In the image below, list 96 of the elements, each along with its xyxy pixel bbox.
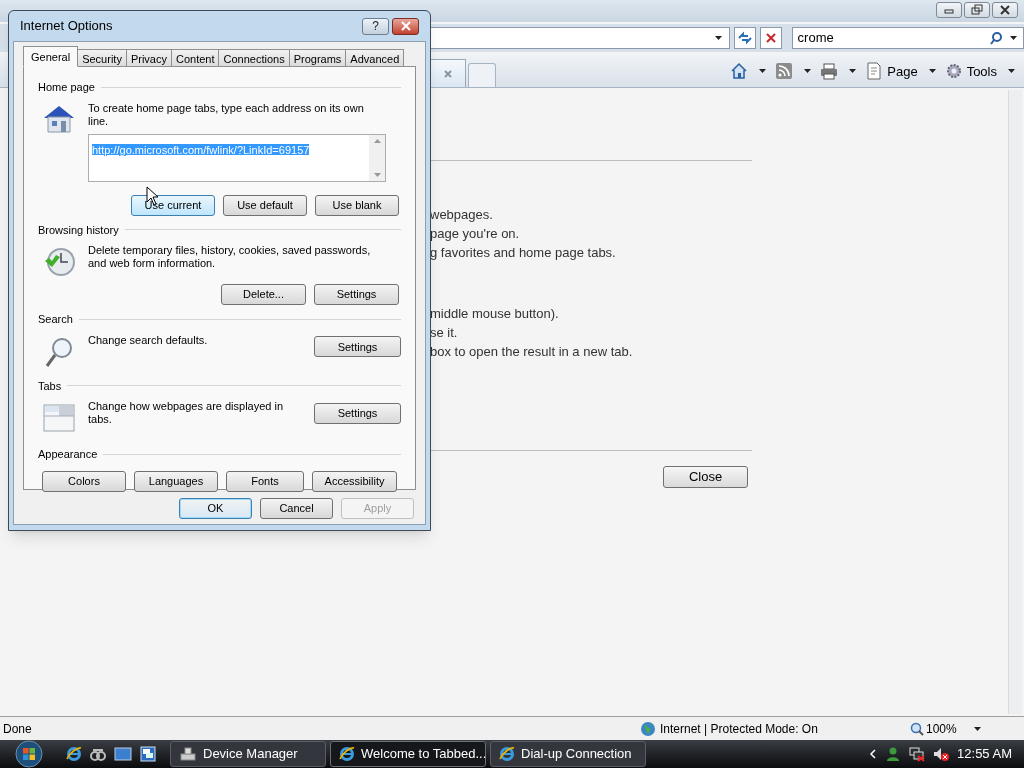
security-zone[interactable]: Internet | Protected Mode: On: [640, 719, 910, 738]
caret-icon: [758, 67, 768, 76]
search-icon[interactable]: [989, 31, 1003, 45]
tools-menu[interactable]: Tools: [944, 61, 1016, 81]
browser-icon: [339, 746, 355, 762]
goggles-icon[interactable]: [90, 746, 106, 762]
section-heading: Home page: [38, 80, 95, 95]
scrollbar[interactable]: [1008, 90, 1022, 714]
dialog-tab[interactable]: Privacy: [126, 49, 172, 67]
caret-icon: [803, 67, 813, 76]
dialog-title: Internet Options: [20, 17, 114, 36]
dialog-tab[interactable]: General: [23, 46, 79, 67]
caret-icon: [927, 67, 937, 76]
taskbar-button[interactable]: Dial-up Connection: [490, 741, 646, 767]
browser-icon: [499, 746, 515, 762]
page-menu[interactable]: Page: [865, 61, 937, 81]
appearance-button[interactable]: Languages: [134, 470, 218, 492]
house-icon: [42, 103, 76, 134]
dialog-tab[interactable]: Connections: [219, 49, 290, 67]
description: Change how webpages are displayed in tabs.: [88, 400, 285, 426]
restore-button[interactable]: [964, 2, 990, 18]
settings-button[interactable]: Settings: [314, 336, 401, 358]
minimize-button[interactable]: [936, 2, 962, 18]
scroll-up-icon: [373, 138, 381, 143]
close-icon: [399, 21, 412, 31]
appearance-button[interactable]: Fonts: [226, 470, 304, 492]
home-icon: [730, 62, 749, 81]
close-button[interactable]: Close: [663, 466, 748, 488]
browser-tab[interactable]: [430, 59, 466, 87]
dropdown-icon: [1009, 34, 1018, 42]
dialog-tab[interactable]: Security: [78, 49, 127, 67]
home-page-button[interactable]: Use blank: [315, 194, 399, 216]
description: To create home page tabs, type each address on its own line.: [88, 101, 365, 128]
desktop-icon[interactable]: [114, 746, 132, 762]
restore-icon: [970, 4, 984, 16]
address-field[interactable]: [430, 27, 730, 49]
stop-icon: [764, 32, 777, 44]
scroll-down-icon: [373, 172, 381, 177]
description: Change search defaults.: [88, 333, 209, 347]
help-button[interactable]: ?: [362, 17, 389, 35]
text-line: middle mouse button).: [430, 305, 560, 323]
dialog-button[interactable]: Cancel: [260, 498, 333, 519]
clock[interactable]: 12:55 AM: [957, 744, 1012, 764]
stop-button[interactable]: [759, 27, 782, 49]
volume-muted-icon[interactable]: [933, 746, 950, 762]
home-page-button[interactable]: Use current: [131, 194, 215, 216]
dialog-button[interactable]: OK: [179, 498, 252, 519]
browser-icon[interactable]: [66, 746, 82, 762]
search-field[interactable]: crome: [791, 27, 1024, 49]
appearance-button[interactable]: Colors: [42, 470, 126, 492]
zoom-icon: [910, 721, 924, 736]
taskbar-button[interactable]: Device Manager: [170, 741, 326, 767]
feeds-button[interactable]: [775, 62, 813, 81]
dialog-tab[interactable]: Content: [171, 49, 220, 67]
close-button[interactable]: [992, 2, 1018, 18]
zoom-button[interactable]: 100%: [910, 719, 982, 738]
user-icon[interactable]: [885, 746, 902, 762]
settings-button[interactable]: Settings: [314, 402, 401, 424]
text-line: se it.: [430, 324, 459, 342]
page-icon: [865, 62, 884, 81]
text-line: page you're on.: [430, 225, 521, 243]
refresh-button[interactable]: [733, 27, 756, 49]
window-tabs-icon: [43, 402, 75, 432]
history-button[interactable]: Delete...: [221, 284, 306, 305]
text-line: g favorites and home page tabs.: [430, 244, 617, 262]
dropdown-icon: [713, 34, 723, 42]
home-page-button[interactable]: Use default: [223, 194, 307, 216]
history-button[interactable]: Settings: [314, 284, 399, 305]
computer-icon: [179, 746, 197, 762]
dialog-tab[interactable]: Programs: [289, 49, 347, 67]
network-icon[interactable]: [909, 746, 926, 762]
status-text: Done: [2, 720, 33, 738]
chevron-icon[interactable]: [869, 749, 878, 759]
section-heading: Tabs: [38, 378, 62, 394]
section-heading: Search: [38, 312, 73, 327]
close-icon: [998, 4, 1012, 16]
description: Delete temporary files, history, cookies, saved passwords, and web form information.: [88, 244, 372, 270]
text-line: webpages.: [430, 206, 494, 224]
caret-icon: [1007, 67, 1016, 76]
section-heading: Browsing history: [38, 222, 119, 238]
feed-icon: [775, 62, 794, 81]
print-button[interactable]: [820, 62, 858, 81]
dialog-tab[interactable]: Advanced: [346, 49, 405, 67]
scrollbar[interactable]: [369, 134, 385, 181]
caret-icon: [972, 724, 982, 733]
globe-icon: [640, 720, 656, 737]
switch-windows-icon[interactable]: [140, 746, 156, 762]
taskbar-button[interactable]: Welcome to Tabbed...: [330, 741, 486, 767]
appearance-button[interactable]: Accessibility: [312, 470, 397, 492]
home-button[interactable]: [730, 62, 768, 81]
printer-icon: [820, 62, 839, 81]
caret-icon: [848, 67, 858, 76]
section-heading: Appearance: [38, 447, 98, 462]
close-button[interactable]: [392, 17, 419, 35]
text-line: box to open the result in a new tab.: [430, 343, 634, 361]
gear-icon: [944, 62, 963, 81]
